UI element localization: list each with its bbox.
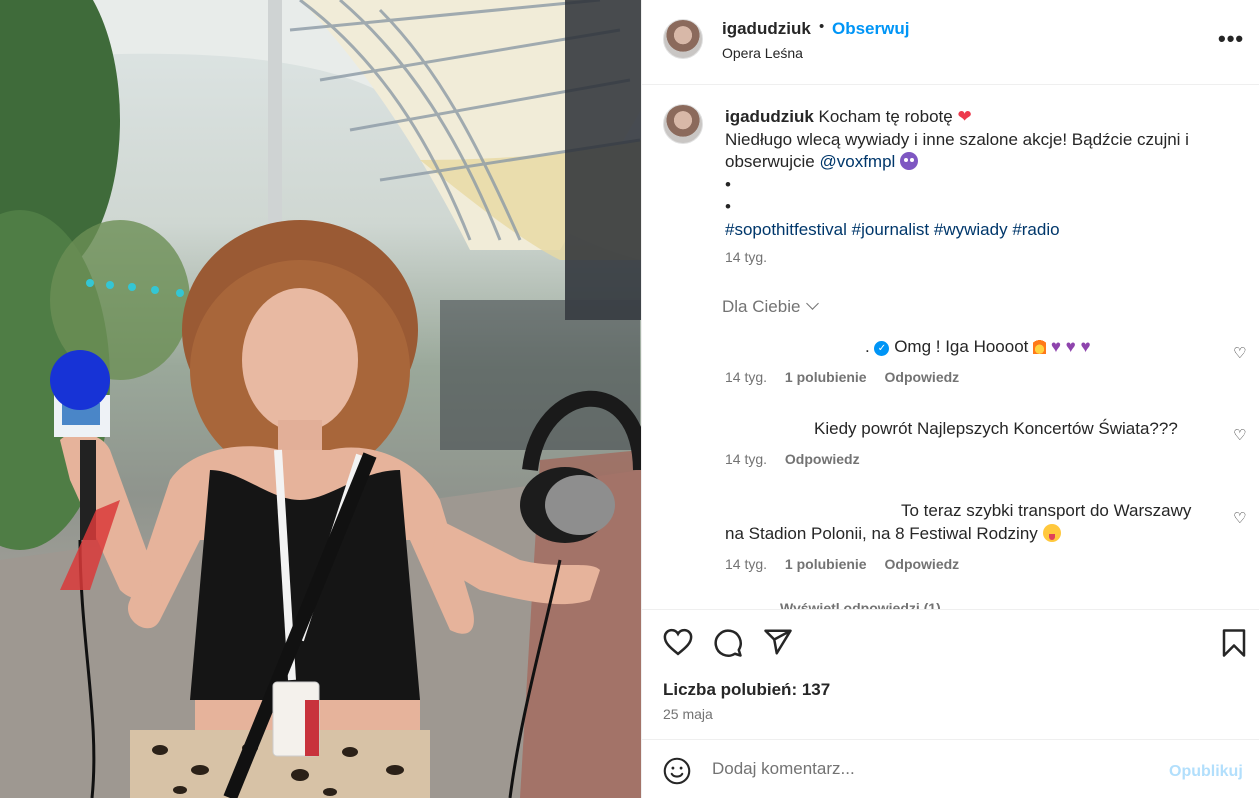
comment-2-text-wrap: Kiedy powrót Najlepszych Koncertów Świat… [814, 418, 1178, 441]
comment-3-line2-wrap: na Stadion Polonii, na 8 Festiwal Rodzin… [725, 523, 1061, 546]
post-header: igadudziuk • Obserwuj Opera Leśna ••• [642, 0, 1259, 85]
post-date[interactable]: 25 maja [663, 706, 713, 722]
comment-2-reply-button[interactable]: Odpowiedz [785, 451, 860, 467]
comment-icon[interactable] [713, 628, 743, 663]
comment-1-reply-button[interactable]: Odpowiedz [885, 369, 960, 385]
comment-1-meta: 14 tyg. 1 polubienie Odpowiedz [725, 369, 959, 385]
red-heart-emoji: ❤ [957, 107, 972, 126]
caption-line1: Kocham tę robotę [818, 107, 953, 126]
comment-composer: Opublikuj [642, 739, 1259, 798]
devil-emoji [900, 152, 919, 170]
post-photo[interactable] [0, 0, 641, 798]
more-icon[interactable]: ••• [1218, 26, 1244, 52]
comment-3-likes[interactable]: 1 polubienie [785, 556, 867, 572]
comment-1-text-wrap: . ✓ Omg ! Iga Hoooot ♥ ♥ ♥ [865, 336, 1091, 359]
hashtag-journalist[interactable]: #journalist [852, 220, 930, 239]
post-side-panel: igadudziuk • Obserwuj Opera Leśna ••• ig… [641, 0, 1259, 798]
purple-heart-emoji: ♥ ♥ ♥ [1050, 337, 1091, 356]
comment-1-text: Omg ! Iga Hoooot [894, 337, 1029, 356]
caption-time[interactable]: 14 tyg. [725, 249, 767, 265]
comment-2-like-heart-icon[interactable]: ♡ [1233, 426, 1246, 444]
comments-list[interactable]: igadudziuk Kocham tę robotę ❤ Niedługo w… [642, 86, 1259, 609]
hashtag-wywiady[interactable]: #wywiady [934, 220, 1008, 239]
comment-2-time[interactable]: 14 tyg. [725, 451, 767, 467]
mention-link[interactable]: @voxfmpl [820, 152, 896, 171]
likes-count[interactable]: Liczba polubień: 137 [663, 680, 830, 700]
photo-illustration [0, 0, 641, 798]
post-actions: Liczba polubień: 137 25 maja [642, 609, 1259, 739]
caption-bullet-2: • [725, 197, 731, 216]
comment-1-username[interactable]: . [865, 337, 870, 356]
caption-line2: Niedługo wlecą wywiady i inne szalone ak… [725, 129, 1189, 172]
verified-icon: ✓ [874, 341, 890, 356]
caption: igadudziuk Kocham tę robotę ❤ Niedługo w… [725, 106, 1215, 241]
comment-1-time[interactable]: 14 tyg. [725, 369, 767, 385]
comment-3-time[interactable]: 14 tyg. [725, 556, 767, 572]
caption-bullet-1: • [725, 174, 731, 194]
post-comment-button[interactable]: Opublikuj [1169, 763, 1243, 781]
follow-button[interactable]: Obserwuj [832, 19, 909, 39]
comment-1-like-heart-icon[interactable]: ♡ [1233, 344, 1246, 362]
comment-3-like-heart-icon[interactable]: ♡ [1233, 509, 1246, 527]
caption-avatar[interactable] [663, 104, 703, 144]
separator-dot: • [819, 18, 825, 35]
view-replies-button[interactable]: Wyświetl odpowiedzi (1) [780, 600, 941, 609]
for-you-label: Dla Ciebie [722, 297, 801, 316]
bookmark-icon[interactable] [1221, 628, 1247, 663]
comment-3-line1: To teraz szybki transport do Warszawy [901, 501, 1192, 520]
tongue-emoji [1042, 524, 1061, 542]
comment-3-meta: 14 tyg. 1 polubienie Odpowiedz [725, 556, 959, 572]
hashtag-sopothitfestival[interactable]: #sopothitfestival [725, 220, 847, 239]
hashtag-radio[interactable]: #radio [1012, 220, 1059, 239]
for-you-sort-button[interactable]: Dla Ciebie [722, 297, 820, 317]
location-link[interactable]: Opera Leśna [722, 45, 803, 61]
avatar[interactable] [663, 19, 703, 59]
fire-emoji [1033, 338, 1047, 354]
author-username[interactable]: igadudziuk [722, 19, 811, 39]
comment-3-reply-button[interactable]: Odpowiedz [885, 556, 960, 572]
share-icon[interactable] [763, 628, 793, 661]
comment-3-line2: na Stadion Polonii, na 8 Festiwal Rodzin… [725, 524, 1038, 543]
comment-2-meta: 14 tyg. Odpowiedz [725, 451, 860, 467]
comment-2-text: Kiedy powrót Najlepszych Koncertów Świat… [814, 419, 1178, 438]
heart-icon[interactable] [663, 628, 693, 661]
caption-username[interactable]: igadudziuk [725, 107, 814, 126]
chevron-down-icon [806, 297, 820, 310]
emoji-icon[interactable] [663, 757, 691, 790]
comment-input[interactable] [712, 754, 1142, 784]
comment-1-likes[interactable]: 1 polubienie [785, 369, 867, 385]
